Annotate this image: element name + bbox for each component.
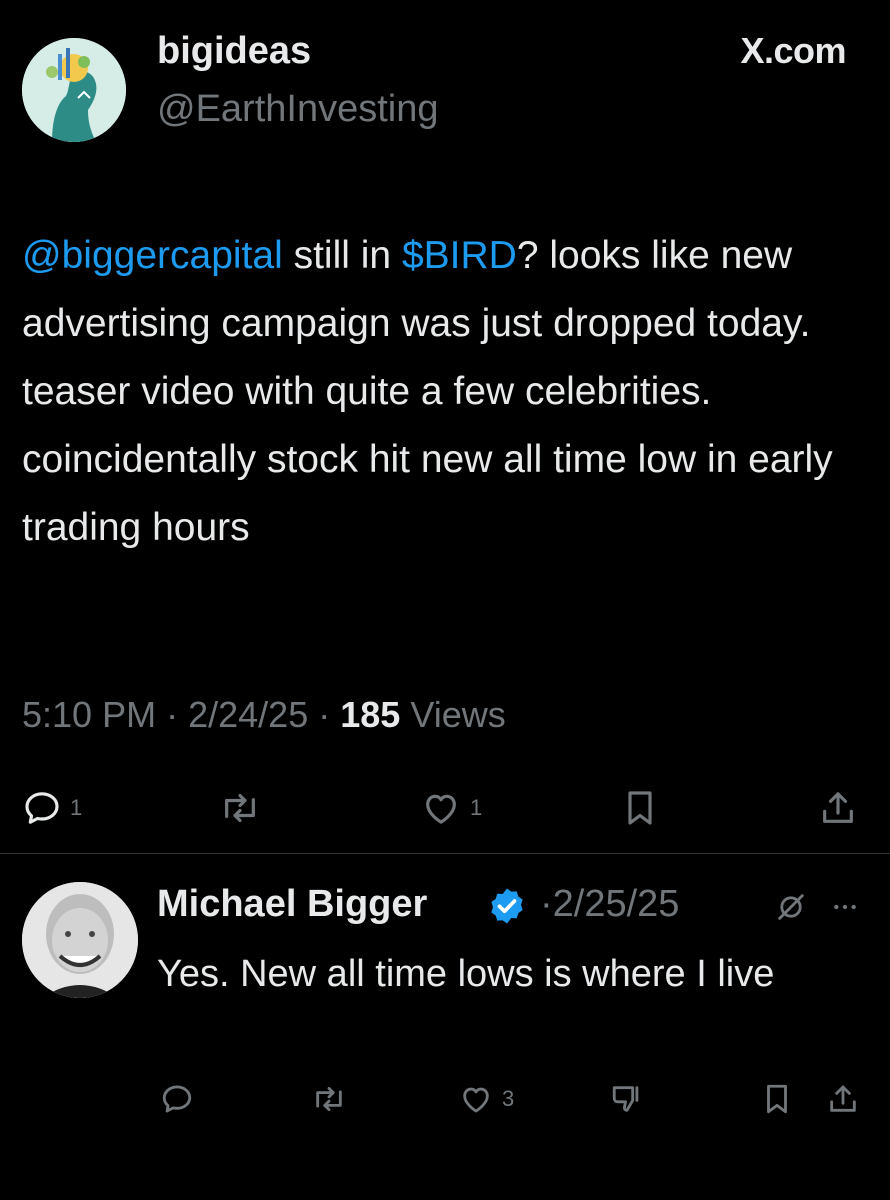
grok-icon[interactable] xyxy=(774,890,808,924)
reply-like-button[interactable]: 3 xyxy=(458,1082,514,1116)
reply-downvote-button[interactable] xyxy=(610,1082,644,1116)
reply-bookmark-button[interactable] xyxy=(762,1082,792,1116)
divider xyxy=(0,853,890,854)
views-label: Views xyxy=(410,694,506,735)
avatar-photo xyxy=(22,882,138,998)
share-icon xyxy=(823,792,853,823)
reply-share-button[interactable] xyxy=(826,1082,860,1116)
more-icon[interactable] xyxy=(828,894,862,920)
verified-badge-icon xyxy=(491,888,523,924)
reply-repost-button[interactable] xyxy=(310,1082,356,1116)
meta-separator: · xyxy=(166,694,179,735)
thumbs-down-icon xyxy=(612,1086,639,1112)
repost-icon xyxy=(225,793,255,823)
display-name[interactable]: bigideas xyxy=(157,28,311,74)
reply-button[interactable]: 1 xyxy=(22,788,82,828)
like-count: 1 xyxy=(470,795,483,820)
repost-button[interactable] xyxy=(218,788,270,828)
site-label: X.com xyxy=(740,30,846,71)
avatar[interactable] xyxy=(22,38,126,142)
reply-display-name: Michael Bigger xyxy=(157,880,427,928)
reply-reply-button[interactable] xyxy=(160,1082,202,1116)
tweet-text: @biggercapital still in $BIRD? looks lik… xyxy=(22,222,872,562)
bookmark-icon xyxy=(628,791,652,825)
like-button[interactable]: 1 xyxy=(420,788,482,828)
reply-text: Yes. New all time lows is where I live xyxy=(157,953,775,995)
bookmark-button[interactable] xyxy=(622,788,658,828)
tweet-meta: 5:10 PM · 2/24/25 · 185 Views xyxy=(22,692,506,738)
tweet-text-part: ? looks like new advertising campaign wa… xyxy=(22,234,833,549)
user-handle[interactable]: @EarthInvesting xyxy=(157,86,439,132)
reply-icon xyxy=(162,1085,192,1113)
avatar-illustration xyxy=(22,38,126,142)
heart-icon xyxy=(426,794,456,824)
cashtag-link[interactable]: $BIRD xyxy=(402,234,517,277)
like-count: 3 xyxy=(502,1086,515,1111)
repost-icon xyxy=(316,1086,342,1112)
meta-separator: · xyxy=(540,883,553,925)
share-icon xyxy=(830,1085,856,1112)
tweet-text-part: still in xyxy=(282,234,402,277)
mention-link[interactable]: @biggercapital xyxy=(22,234,283,277)
reply-author-name[interactable]: Michael Bigger xyxy=(157,883,427,925)
share-button[interactable] xyxy=(818,788,858,828)
reply-icon xyxy=(25,792,59,824)
tweet-time[interactable]: 5:10 PM xyxy=(22,694,156,735)
reply-count: 1 xyxy=(70,795,83,820)
reply-avatar[interactable] xyxy=(22,882,138,998)
heart-icon xyxy=(463,1087,489,1113)
reply-date[interactable]: 2/25/25 xyxy=(553,883,680,925)
views-count: 185 xyxy=(340,694,401,735)
tweet-date[interactable]: 2/24/25 xyxy=(188,694,308,735)
bookmark-icon xyxy=(767,1084,787,1114)
meta-separator: · xyxy=(318,694,331,735)
reply-meta: ·2/25/25 xyxy=(540,880,679,928)
